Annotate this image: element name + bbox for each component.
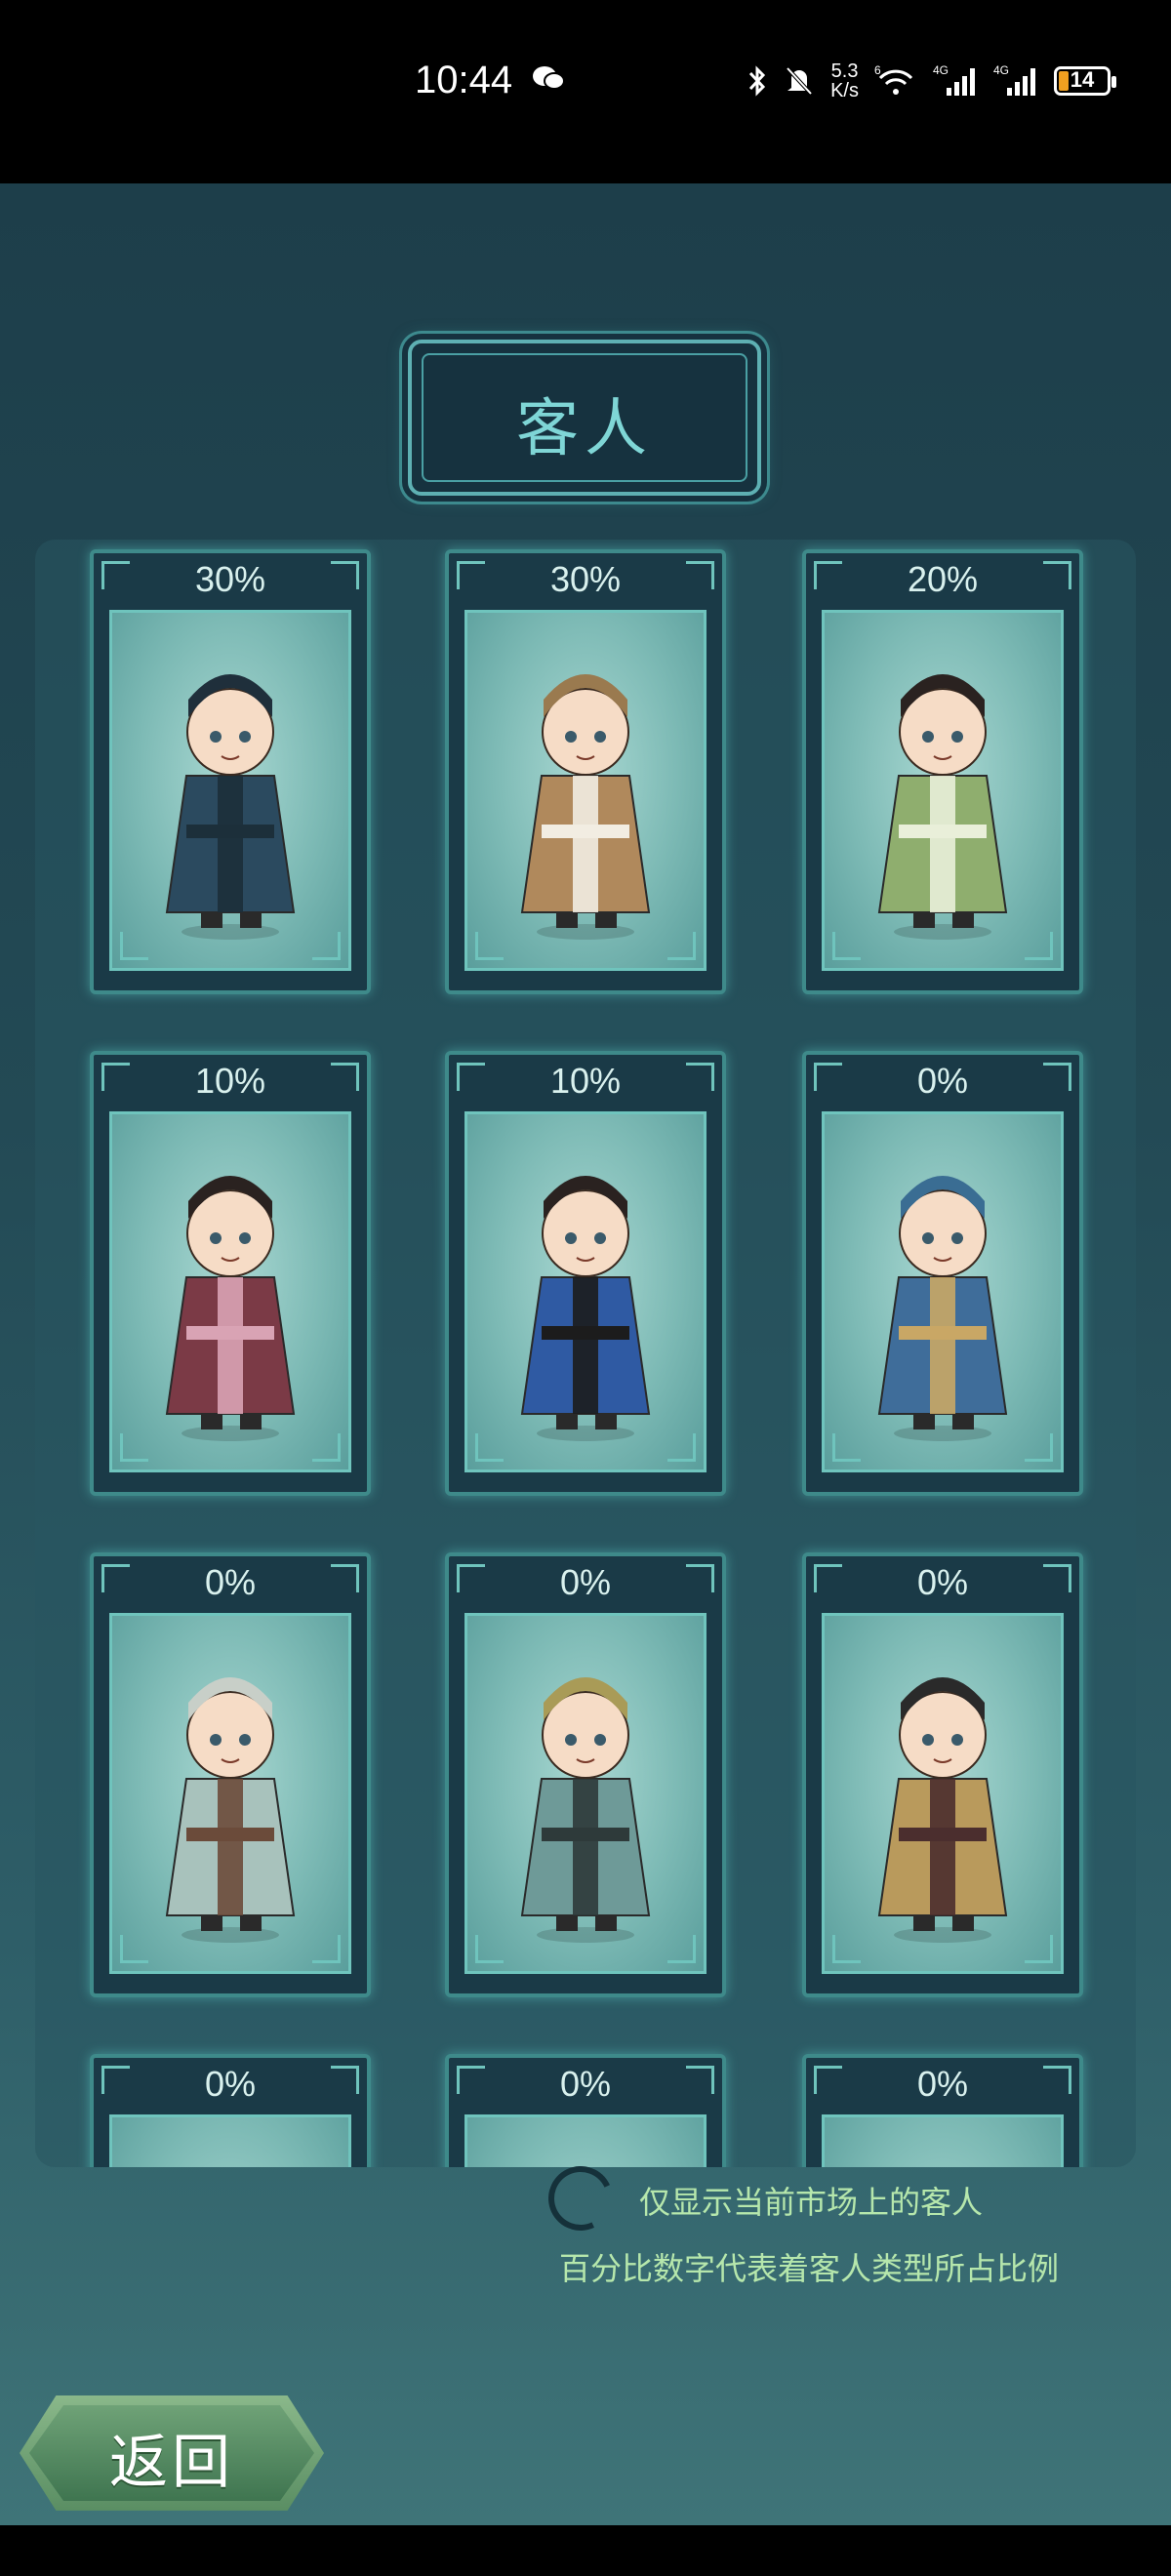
market-filter-toggle-label[interactable]: 仅显示当前市场上的客人 xyxy=(639,2178,983,2223)
guest-card[interactable]: 10% xyxy=(445,1051,726,1496)
battery-icon: 14 xyxy=(1054,66,1116,96)
guest-figure xyxy=(877,1677,1008,1943)
guest-figure xyxy=(165,1176,296,1441)
guest-percent: 0% xyxy=(916,1061,969,1101)
guest-percent: 0% xyxy=(204,2064,257,2104)
guest-percent: 10% xyxy=(549,1061,622,1101)
svg-text:6: 6 xyxy=(874,64,881,77)
signal-icon: 4G xyxy=(993,64,1035,96)
guest-figure xyxy=(165,1677,296,1943)
mute-bell-icon xyxy=(786,66,813,96)
bluetooth-icon xyxy=(748,65,766,97)
svg-text:4G: 4G xyxy=(993,64,1009,77)
guest-grid[interactable]: 30% 30% 20% 10% 10% 0% 0% 0% 0% 0% 0% 0% xyxy=(35,540,1136,2167)
guest-card[interactable]: 0% xyxy=(90,2054,371,2167)
status-time: 10:44 xyxy=(415,59,513,101)
net-speed: 5.3 K/s xyxy=(830,60,859,101)
guest-figure xyxy=(165,674,296,940)
guest-card[interactable]: 0% xyxy=(802,1552,1083,1997)
guest-card[interactable]: 20% xyxy=(802,549,1083,994)
svg-text:4G: 4G xyxy=(933,64,949,77)
guest-card[interactable]: 0% xyxy=(445,1552,726,1997)
back-button-label: 返回 xyxy=(109,2429,234,2497)
guest-percent: 0% xyxy=(916,1562,969,1602)
status-bar: 10:44 5.3 K/s 6 4G 4G 14 xyxy=(0,0,1171,183)
guest-card[interactable]: 30% xyxy=(445,549,726,994)
guest-percent: 30% xyxy=(194,559,266,599)
percent-explanation: 百分比数字代表着客人类型所占比例 xyxy=(559,2250,1060,2287)
guest-card[interactable]: 10% xyxy=(90,1051,371,1496)
guest-percent: 0% xyxy=(916,2064,969,2104)
signal-icon: 4G xyxy=(933,64,975,96)
guest-figure xyxy=(520,1677,651,1943)
guest-figure xyxy=(503,2144,668,2167)
guest-percent: 0% xyxy=(204,1562,257,1602)
wifi-icon: 6 xyxy=(874,64,913,95)
guest-card[interactable]: 0% xyxy=(445,2054,726,2167)
guest-percent: 0% xyxy=(559,1562,612,1602)
guest-figure xyxy=(520,674,651,940)
guest-percent: 20% xyxy=(907,559,979,599)
guest-figure xyxy=(877,674,1008,940)
guest-figure xyxy=(860,2144,1026,2167)
wechat-icon xyxy=(533,66,565,90)
page-title: 客人 xyxy=(516,393,653,465)
guest-card[interactable]: 0% xyxy=(90,1552,371,1997)
title-plaque: 客人 xyxy=(408,340,761,496)
guest-card[interactable]: 30% xyxy=(90,549,371,994)
back-button[interactable]: 返回 xyxy=(20,2395,324,2511)
guest-card[interactable]: 0% xyxy=(802,2054,1083,2167)
status-icons: 5.3 K/s 6 4G 4G 14 xyxy=(747,57,1116,105)
guest-percent: 10% xyxy=(194,1061,266,1101)
guest-figure xyxy=(520,1176,651,1441)
guest-figure xyxy=(877,1176,1008,1441)
guest-card[interactable]: 0% xyxy=(802,1051,1083,1496)
guest-percent: 0% xyxy=(559,2064,612,2104)
guest-figure xyxy=(147,2144,313,2167)
guest-percent: 30% xyxy=(549,559,622,599)
